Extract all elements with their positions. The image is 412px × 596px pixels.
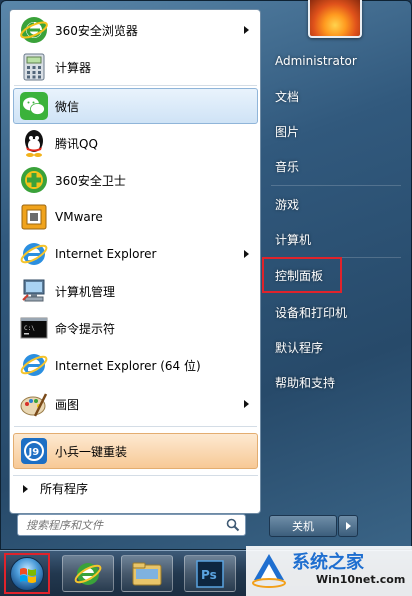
expand-arrow-icon bbox=[23, 484, 28, 493]
right-item-label: 游戏 bbox=[275, 197, 300, 212]
xiaobing-reinstall-icon: J9 bbox=[21, 438, 47, 464]
right-item-games[interactable]: 游戏 bbox=[267, 189, 407, 219]
program-item-360-security[interactable]: 360安全卫士 bbox=[13, 162, 258, 198]
right-item-documents[interactable]: 文档 bbox=[267, 81, 407, 111]
shutdown-label: 关机 bbox=[292, 520, 314, 533]
program-label: 计算机管理 bbox=[55, 284, 116, 299]
right-item-default-programs[interactable]: 默认程序 bbox=[267, 332, 407, 362]
program-label: 命令提示符 bbox=[55, 321, 116, 336]
right-item-label: 帮助和支持 bbox=[275, 375, 336, 390]
shutdown-options-button[interactable] bbox=[338, 515, 358, 537]
all-programs-button[interactable]: 所有程序 bbox=[13, 475, 258, 501]
ie-icon bbox=[74, 562, 102, 585]
program-item-360-browser[interactable]: 360安全浏览器 bbox=[13, 12, 258, 48]
taskbar-ie-button[interactable] bbox=[62, 555, 114, 592]
watermark-url: Win10net.com bbox=[316, 573, 406, 586]
search-box[interactable] bbox=[17, 514, 246, 536]
divider bbox=[271, 185, 401, 186]
svg-text:J9: J9 bbox=[28, 447, 40, 458]
right-item-devices-printers[interactable]: 设备和打印机 bbox=[267, 297, 407, 327]
program-item-vmware[interactable]: VMware bbox=[13, 199, 258, 235]
ie-icon bbox=[20, 354, 48, 376]
360-security-icon bbox=[21, 167, 47, 193]
program-label: 画图 bbox=[55, 397, 80, 412]
360-browser-icon bbox=[20, 17, 48, 43]
program-label: Internet Explorer bbox=[55, 247, 157, 261]
program-label: VMware bbox=[55, 210, 103, 224]
program-item-wechat[interactable]: 微信 bbox=[13, 88, 258, 124]
qq-icon bbox=[25, 130, 43, 157]
taskbar-file-explorer-button[interactable] bbox=[121, 555, 173, 592]
divider bbox=[14, 426, 257, 427]
program-item-xiaobing-reinstall[interactable]: J9 小兵一键重装 bbox=[13, 433, 258, 469]
program-label: 微信 bbox=[55, 99, 80, 114]
shutdown-button[interactable]: 关机 bbox=[269, 515, 337, 537]
all-programs-label: 所有程序 bbox=[40, 482, 89, 496]
program-item-paint[interactable]: 画图 bbox=[13, 386, 258, 422]
svg-text:C:\: C:\ bbox=[24, 325, 35, 332]
ie-icon bbox=[20, 243, 48, 265]
right-item-label: 设备和打印机 bbox=[275, 305, 348, 320]
svg-text:Ps: Ps bbox=[201, 568, 217, 582]
right-item-label: Administrator bbox=[275, 54, 357, 68]
right-item-music[interactable]: 音乐 bbox=[267, 151, 407, 181]
right-item-administrator[interactable]: Administrator bbox=[267, 46, 407, 76]
right-item-computer[interactable]: 计算机 bbox=[267, 224, 407, 254]
program-label: 360安全浏览器 bbox=[55, 23, 138, 38]
submenu-arrow-icon[interactable] bbox=[244, 26, 249, 34]
cmd-icon: C:\ bbox=[20, 317, 48, 339]
program-item-internet-explorer-64[interactable]: Internet Explorer (64 位) bbox=[13, 347, 258, 383]
right-item-help-support[interactable]: 帮助和支持 bbox=[267, 367, 407, 397]
divider bbox=[14, 85, 257, 86]
program-label: 计算器 bbox=[55, 60, 92, 75]
submenu-arrow-icon[interactable] bbox=[244, 250, 249, 258]
program-label: 小兵一键重装 bbox=[55, 444, 128, 459]
chevron-right-icon bbox=[345, 522, 351, 530]
program-item-internet-explorer[interactable]: Internet Explorer bbox=[13, 236, 258, 272]
highlight-box bbox=[262, 257, 342, 293]
program-item-command-prompt[interactable]: C:\ 命令提示符 bbox=[13, 310, 258, 346]
calculator-icon bbox=[23, 53, 45, 81]
right-item-pictures[interactable]: 图片 bbox=[267, 116, 407, 146]
taskbar-photoshop-button[interactable]: Ps bbox=[184, 555, 236, 592]
program-list-panel: 360安全浏览器 计算器 微信 腾讯QQ 360安全卫士 VMware Inte… bbox=[9, 9, 261, 514]
program-item-calculator[interactable]: 计算器 bbox=[13, 49, 258, 85]
right-item-label: 默认程序 bbox=[275, 340, 324, 355]
program-item-qq[interactable]: 腾讯QQ bbox=[13, 125, 258, 161]
right-item-label: 计算机 bbox=[275, 232, 312, 247]
computer-management-icon bbox=[22, 279, 45, 302]
start-orb-icon bbox=[10, 556, 44, 591]
right-item-label: 图片 bbox=[275, 124, 300, 139]
photoshop-icon: Ps bbox=[196, 559, 224, 588]
site-logo-icon bbox=[252, 554, 286, 588]
search-input[interactable] bbox=[18, 515, 218, 535]
watermark-title: 系统之家 bbox=[292, 552, 364, 573]
paint-icon bbox=[20, 393, 48, 417]
search-icon[interactable] bbox=[226, 518, 240, 532]
vmware-icon bbox=[21, 204, 47, 230]
program-label: Internet Explorer (64 位) bbox=[55, 358, 201, 373]
program-label: 腾讯QQ bbox=[55, 136, 98, 151]
watermark: 系统之家 Win10net.com bbox=[246, 546, 412, 596]
wechat-icon bbox=[20, 92, 48, 120]
user-avatar[interactable] bbox=[308, 0, 362, 38]
program-item-computer-management[interactable]: 计算机管理 bbox=[13, 273, 258, 309]
start-menu: 360安全浏览器 计算器 微信 腾讯QQ 360安全卫士 VMware Inte… bbox=[0, 0, 412, 550]
program-label: 360安全卫士 bbox=[55, 173, 126, 188]
file-explorer-icon bbox=[132, 562, 162, 585]
right-item-label: 音乐 bbox=[275, 159, 300, 174]
submenu-arrow-icon[interactable] bbox=[244, 400, 249, 408]
right-item-label: 文档 bbox=[275, 89, 300, 104]
start-button[interactable] bbox=[4, 553, 50, 594]
